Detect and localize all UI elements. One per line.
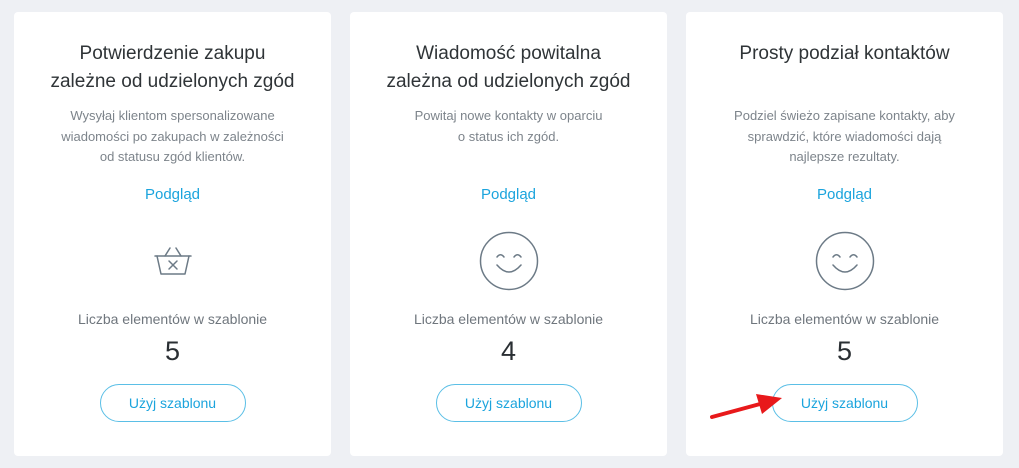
template-card-purchase-confirmation: Potwierdzenie zakupu zależne od udzielon…: [14, 12, 331, 456]
red-arrow-icon: [706, 390, 786, 424]
preview-link[interactable]: Podgląd: [350, 185, 667, 205]
use-template-button[interactable]: Użyj szablonu: [435, 384, 582, 422]
card-description: Podziel świeżo zapisane kontakty, aby sp…: [734, 108, 955, 164]
preview-link[interactable]: Podgląd: [686, 185, 1003, 205]
card-title: Wiadomość powitalna zależna od udzielony…: [386, 43, 631, 92]
preview-link[interactable]: Podgląd: [14, 185, 331, 205]
element-count: 4: [500, 336, 517, 366]
card-title: Potwierdzenie zakupu zależne od udzielon…: [50, 43, 295, 92]
element-count: 5: [836, 336, 853, 366]
smiley-face-icon: [476, 228, 542, 294]
count-label: Liczba elementów w szablonie: [413, 311, 604, 327]
shopping-basket-x-icon: [140, 228, 206, 294]
template-card-welcome-message: Wiadomość powitalna zależna od udzielony…: [350, 12, 667, 456]
use-template-button[interactable]: Użyj szablonu: [99, 384, 246, 422]
count-label: Liczba elementów w szablonie: [749, 311, 940, 327]
element-count: 5: [164, 336, 181, 366]
card-description: Powitaj nowe kontakty w oparciu o status…: [414, 108, 603, 144]
count-label: Liczba elementów w szablonie: [77, 311, 268, 327]
use-template-button[interactable]: Użyj szablonu: [771, 384, 918, 422]
card-description: Wysyłaj klientom spersonalizowane wiadom…: [61, 108, 284, 164]
smiley-face-icon: [812, 228, 878, 294]
card-title: Prosty podział kontaktów: [739, 43, 950, 64]
